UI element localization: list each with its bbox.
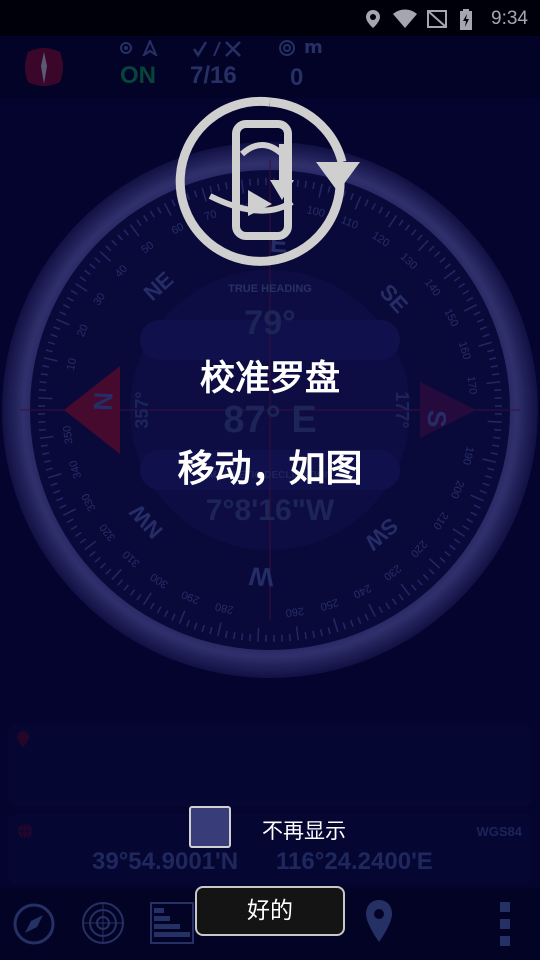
dialog-message: 移动，如图 [177, 447, 363, 490]
dont-show-again-label[interactable]: 不再显示 [262, 815, 346, 845]
dont-show-again-checkbox[interactable] [189, 806, 231, 848]
ok-button[interactable]: 好的 [195, 886, 345, 936]
dialog-title: 校准罗盘 [199, 359, 340, 399]
calibration-dialog: 校准罗盘 移动，如图 不再显示 好的 [0, 0, 540, 960]
rotate-phone-icon [175, 96, 360, 266]
